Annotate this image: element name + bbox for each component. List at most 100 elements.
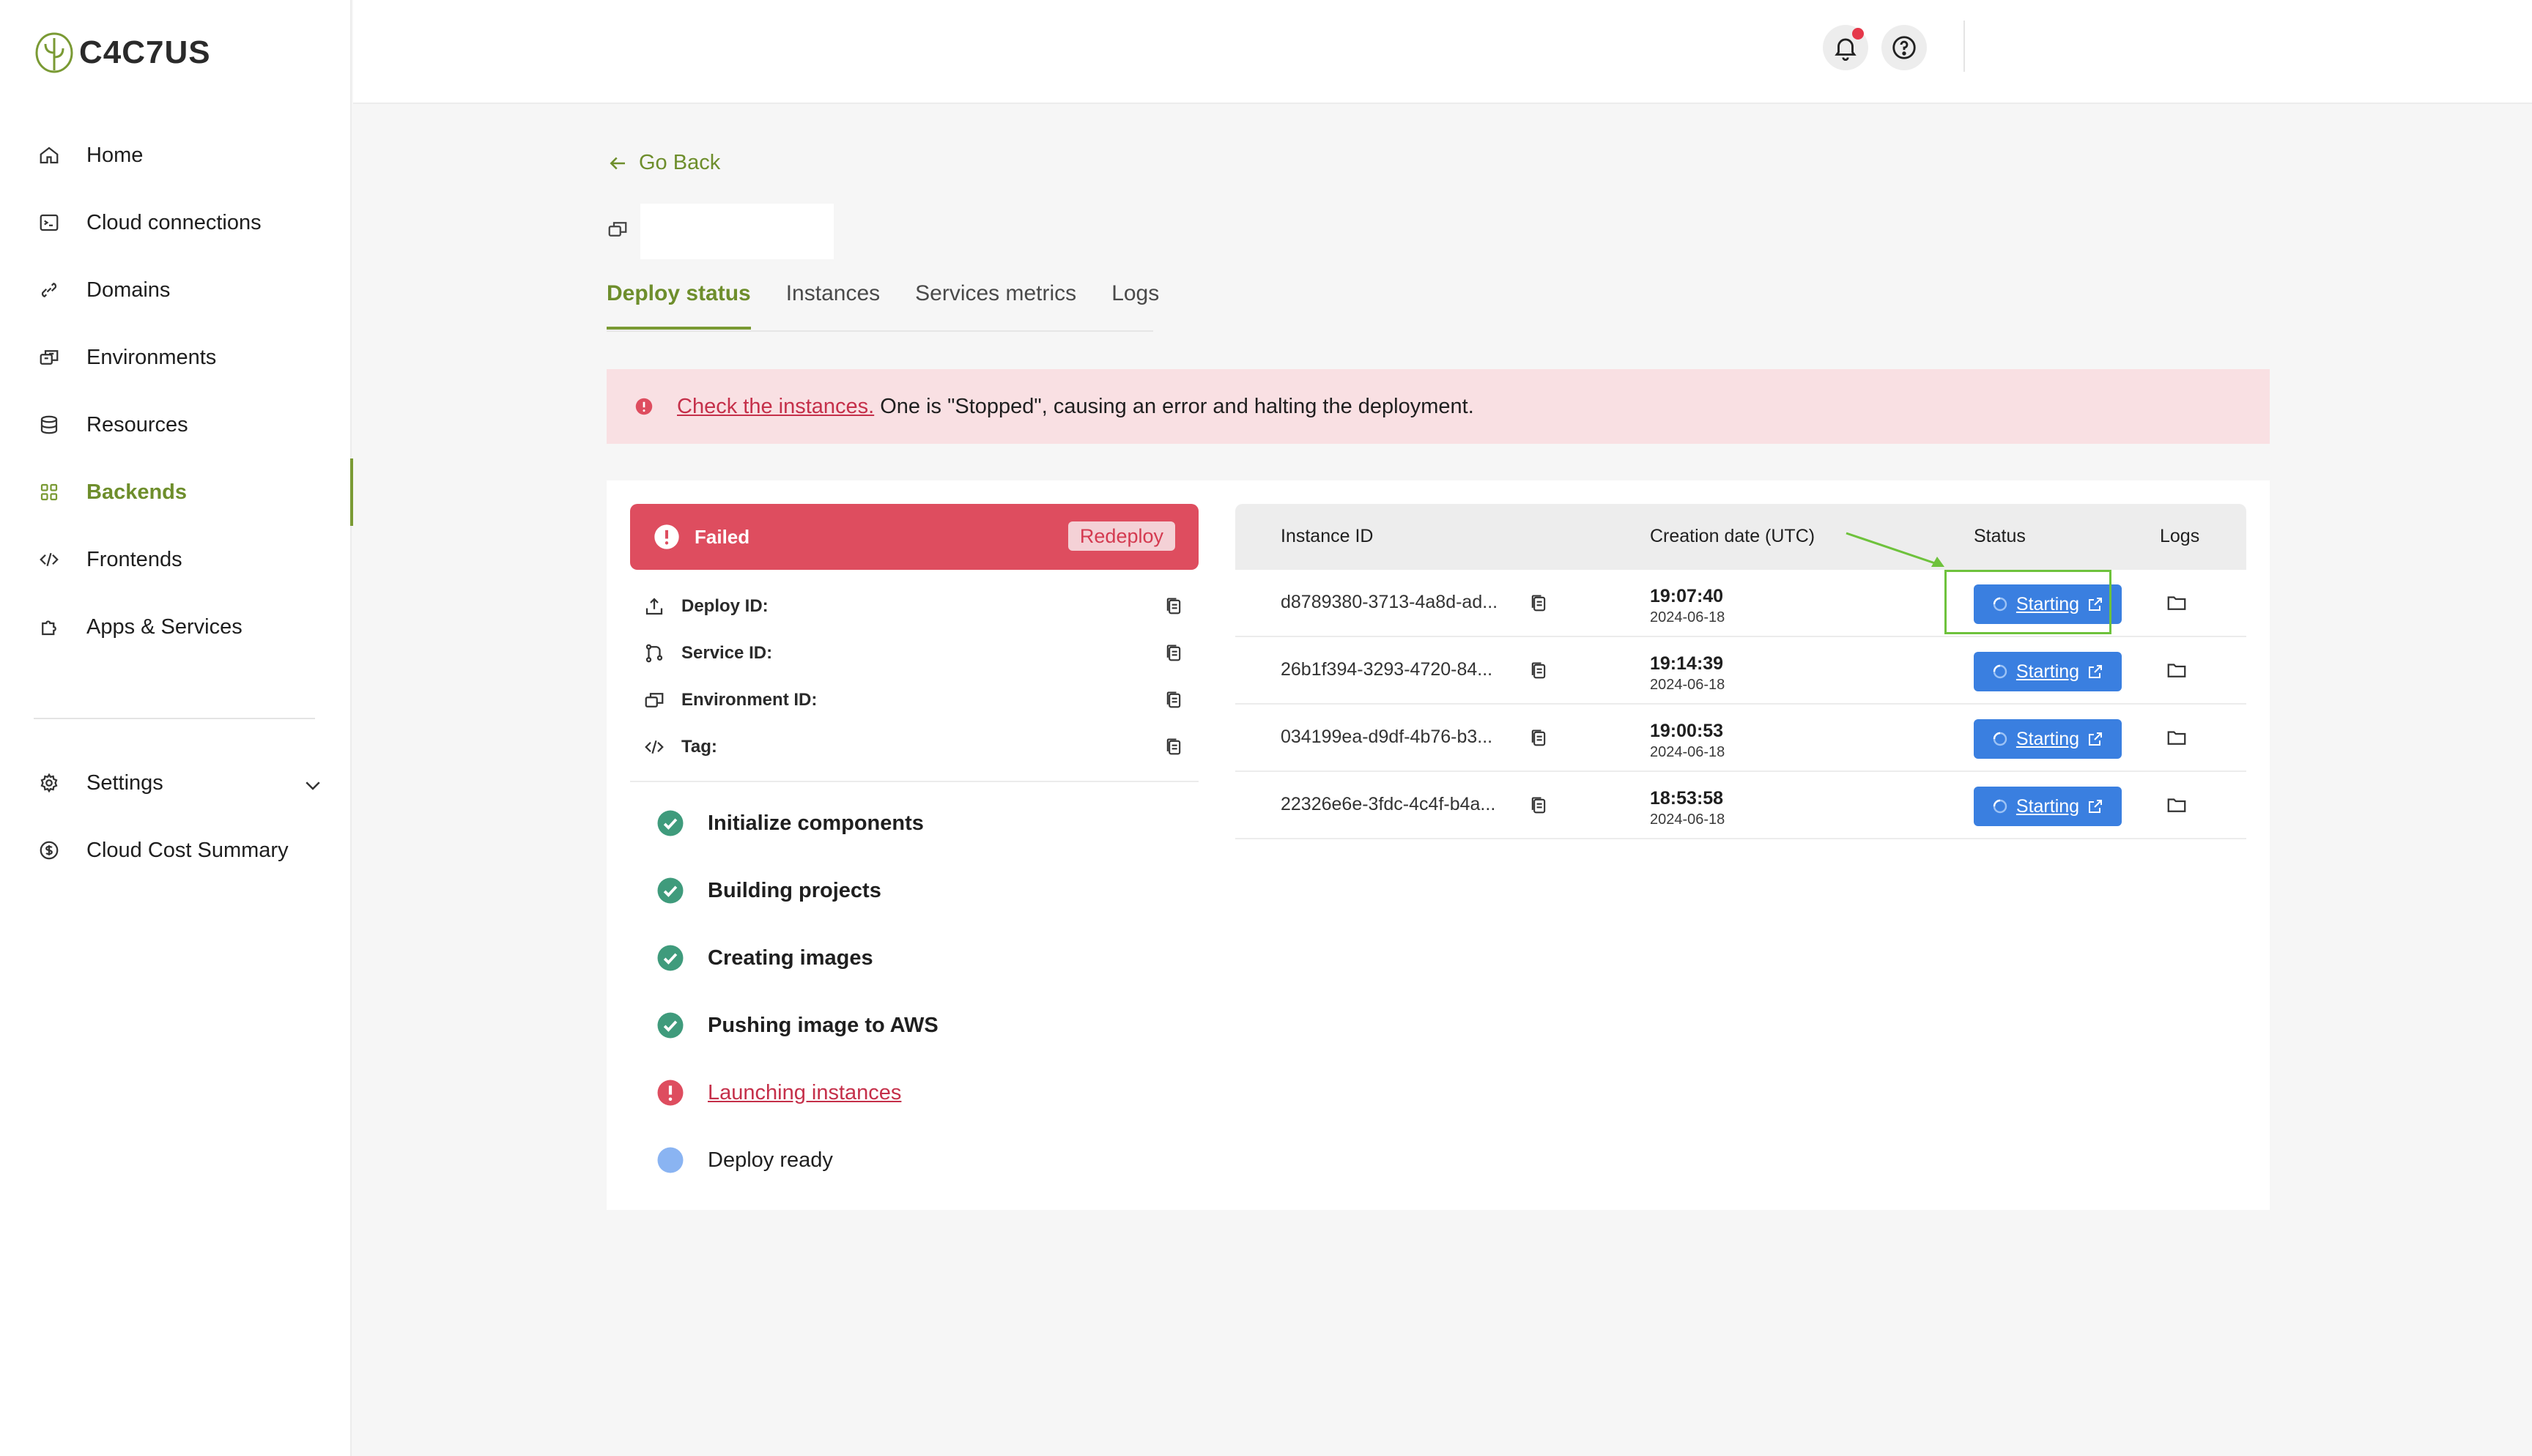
copy-icon[interactable] bbox=[1163, 690, 1184, 710]
spinner-icon bbox=[1993, 732, 2007, 746]
instance-id: 034199ea-d9df-4b76-b3... bbox=[1281, 727, 1493, 747]
external-link-icon bbox=[2089, 665, 2103, 678]
service-id-label: Service ID: bbox=[681, 643, 773, 663]
table-row: 034199ea-d9df-4b76-b3... 19:00:53 2024-0… bbox=[1235, 705, 2246, 772]
deploy-step: Launching instances bbox=[655, 1059, 939, 1126]
copy-icon[interactable] bbox=[1528, 795, 1549, 816]
tab-divider bbox=[607, 330, 1153, 332]
arrow-left-icon bbox=[610, 157, 625, 169]
creation-date: 2024-06-18 bbox=[1650, 609, 1725, 625]
folder-icon[interactable] bbox=[2166, 794, 2188, 816]
sidebar-item-apps-services[interactable]: Apps & Services bbox=[0, 593, 352, 661]
status-label: Starting bbox=[2015, 795, 2080, 817]
deploy-step: Pushing image to AWS bbox=[655, 992, 939, 1059]
tab-services-metrics[interactable]: Services metrics bbox=[915, 281, 1076, 330]
help-icon bbox=[1892, 36, 1916, 59]
deploy-step: Creating images bbox=[655, 924, 939, 992]
copy-icon[interactable] bbox=[1163, 737, 1184, 757]
environment-id-row: Environment ID: bbox=[630, 677, 1199, 724]
pending-circle-icon bbox=[657, 1147, 684, 1173]
sidebar-item-domains[interactable]: Domains bbox=[0, 256, 352, 324]
folder-icon[interactable] bbox=[2166, 727, 2188, 749]
external-link-icon bbox=[2089, 732, 2103, 746]
tab-bar: Deploy status Instances Services metrics… bbox=[607, 281, 1159, 330]
sidebar-item-settings[interactable]: Settings bbox=[0, 749, 352, 817]
sidebar-item-home[interactable]: Home bbox=[0, 122, 352, 189]
grid-icon bbox=[40, 483, 58, 501]
home-icon bbox=[40, 146, 59, 164]
logo-text: C4C7US bbox=[79, 34, 211, 70]
database-icon bbox=[40, 415, 58, 434]
tab-logs[interactable]: Logs bbox=[1111, 281, 1159, 330]
deploy-step: Deploy ready bbox=[655, 1126, 939, 1194]
creation-date: 2024-06-18 bbox=[1650, 677, 1725, 693]
sidebar-item-label: Environments bbox=[86, 345, 217, 369]
alert-circle-icon bbox=[657, 1080, 684, 1106]
sidebar-item-label: Resources bbox=[86, 412, 188, 437]
alert-circle-icon bbox=[635, 398, 653, 415]
logo[interactable]: C4C7US bbox=[34, 31, 211, 75]
sidebar-item-label: Domains bbox=[86, 278, 171, 302]
git-branch-icon bbox=[645, 644, 663, 663]
code-icon bbox=[40, 552, 59, 567]
check-circle-icon bbox=[657, 810, 684, 836]
copy-icon[interactable] bbox=[1528, 593, 1549, 614]
deploy-status-bar: Failed Redeploy bbox=[630, 504, 1199, 570]
copy-icon[interactable] bbox=[1163, 596, 1184, 617]
sidebar-divider bbox=[34, 718, 315, 719]
sidebar-item-environments[interactable]: Environments bbox=[0, 324, 352, 391]
status-button[interactable]: Starting bbox=[1974, 652, 2122, 691]
go-back-link[interactable]: Go Back bbox=[607, 151, 720, 175]
redeploy-button[interactable]: Redeploy bbox=[1067, 521, 1175, 551]
copy-icon[interactable] bbox=[1528, 728, 1549, 749]
go-back-label: Go Back bbox=[639, 151, 721, 174]
status-label: Starting bbox=[2015, 661, 2080, 682]
code-icon bbox=[645, 740, 664, 754]
chevron-down-icon[interactable] bbox=[302, 774, 324, 796]
tag-label: Tag: bbox=[681, 737, 717, 757]
folder-icon[interactable] bbox=[2166, 659, 2188, 681]
environment-icon bbox=[608, 222, 627, 237]
instances-table: Instance ID Creation date (UTC) Status L… bbox=[1235, 504, 2246, 839]
copy-icon[interactable] bbox=[1163, 643, 1184, 664]
sidebar-item-label: Apps & Services bbox=[86, 614, 243, 639]
instance-id: 26b1f394-3293-4720-84... bbox=[1281, 659, 1493, 680]
terminal-icon bbox=[40, 214, 59, 231]
notifications-button[interactable] bbox=[1823, 25, 1868, 70]
upload-icon bbox=[645, 598, 663, 615]
instance-id: 22326e6e-3fdc-4c4f-b4a... bbox=[1281, 794, 1496, 814]
sidebar-item-resources[interactable]: Resources bbox=[0, 391, 352, 458]
tab-instances[interactable]: Instances bbox=[786, 281, 880, 330]
check-circle-icon bbox=[657, 877, 684, 904]
creation-time: 19:07:40 bbox=[1650, 586, 1724, 606]
deploy-step-label: Building projects bbox=[708, 878, 881, 902]
sidebar-secondary-nav: Settings Cloud Cost Summary bbox=[0, 749, 352, 884]
status-button[interactable]: Starting bbox=[1974, 787, 2122, 826]
deploy-id-label: Deploy ID: bbox=[681, 596, 769, 616]
header-divider bbox=[1963, 21, 1965, 72]
sidebar-item-label: Settings bbox=[86, 770, 163, 795]
sidebar-item-frontends[interactable]: Frontends bbox=[0, 526, 352, 593]
instance-id: d8789380-3713-4a8d-ad... bbox=[1281, 592, 1498, 612]
folder-icon[interactable] bbox=[2166, 592, 2188, 614]
sidebar-item-label: Frontends bbox=[86, 547, 182, 571]
deploy-status-label: Failed bbox=[695, 525, 750, 548]
creation-time: 19:00:53 bbox=[1650, 721, 1724, 741]
column-header-logs: Logs bbox=[2160, 526, 2200, 546]
help-button[interactable] bbox=[1881, 25, 1927, 70]
spinner-icon bbox=[1993, 799, 2007, 814]
external-link-icon bbox=[2089, 800, 2103, 813]
sidebar-item-cloud-cost-summary[interactable]: Cloud Cost Summary bbox=[0, 817, 352, 884]
sidebar-item-backends[interactable]: Backends bbox=[0, 458, 353, 526]
deploy-step: Building projects bbox=[655, 857, 939, 924]
column-header-status: Status bbox=[1974, 526, 2026, 546]
copy-icon[interactable] bbox=[1528, 661, 1549, 681]
check-circle-icon bbox=[657, 1012, 684, 1039]
check-instances-link[interactable]: Check the instances. bbox=[677, 395, 874, 419]
status-button[interactable]: Starting bbox=[1974, 719, 2122, 759]
sidebar-nav: Home Cloud connections Domains Environme… bbox=[0, 122, 353, 661]
launching-instances-link[interactable]: Launching instances bbox=[708, 1081, 901, 1105]
sidebar-item-cloud-connections[interactable]: Cloud connections bbox=[0, 189, 352, 256]
status-label: Starting bbox=[2015, 728, 2080, 749]
tab-deploy-status[interactable]: Deploy status bbox=[607, 281, 751, 330]
